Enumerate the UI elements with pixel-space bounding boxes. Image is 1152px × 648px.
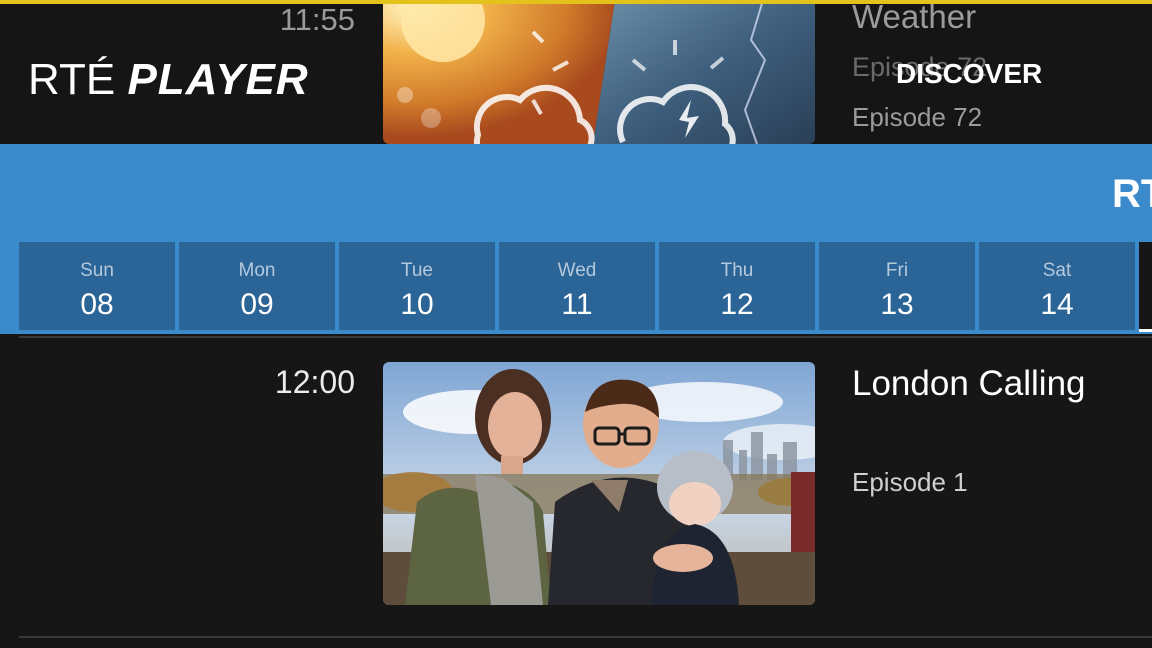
day-date: 13 [880, 288, 914, 321]
day-tab-sun[interactable]: Sun 08 [19, 242, 175, 330]
day-name: Fri [885, 260, 909, 281]
listing-title: London Calling [852, 364, 1086, 403]
day-name: Tue [400, 260, 434, 281]
listing-time: 11:55 [279, 2, 355, 37]
rte-player-logo[interactable]: RTÉ PLAYER [28, 55, 309, 105]
listing-title: Weather [852, 0, 977, 35]
logo-player-text: PLAYER [127, 55, 309, 104]
focus-highlight-bar [0, 0, 1152, 4]
day-tab-sat[interactable]: Sat 14 [979, 242, 1135, 330]
row-divider [19, 336, 1152, 338]
nav-discover[interactable]: DISCOVER [896, 58, 1042, 90]
schedule-band: RT Sun 08 Mon 09 Tue 10 Wed 11 Thu 12 Fr… [0, 144, 1152, 334]
day-tab-mon[interactable]: Mon 09 [179, 242, 335, 330]
day-date: 10 [400, 288, 434, 321]
day-name: Mon [238, 260, 276, 281]
day-tab-thu[interactable]: Thu 12 [659, 242, 815, 330]
day-tab-fri[interactable]: Fri 13 [819, 242, 975, 330]
listing-episode: Episode 1 [852, 467, 968, 497]
listing-episode: Episode 72 [852, 102, 983, 132]
day-date: 08 [80, 288, 114, 321]
day-date: 12 [720, 288, 754, 321]
day-name: Wed [557, 260, 597, 281]
day-tab-tue[interactable]: Tue 10 [339, 242, 495, 330]
day-date: 09 [240, 288, 274, 321]
weather-thumbnail [383, 0, 815, 144]
day-name: Sun [80, 260, 114, 281]
day-name: Thu [720, 260, 754, 281]
day-tab-wed[interactable]: Wed 11 [499, 242, 655, 330]
day-tab-selected-partial[interactable] [1139, 242, 1152, 332]
day-selector: Sun 08 Mon 09 Tue 10 Wed 11 Thu 12 Fri 1… [19, 242, 1135, 330]
day-date: 11 [561, 288, 593, 321]
day-name: Sat [1042, 260, 1072, 281]
logo-rte-text: RTÉ [28, 55, 116, 104]
day-date: 14 [1040, 288, 1074, 321]
london-calling-thumbnail [383, 362, 815, 605]
listing-time: 12:00 [274, 364, 355, 400]
row-divider [19, 636, 1152, 638]
channel-label: RT [1112, 172, 1152, 216]
